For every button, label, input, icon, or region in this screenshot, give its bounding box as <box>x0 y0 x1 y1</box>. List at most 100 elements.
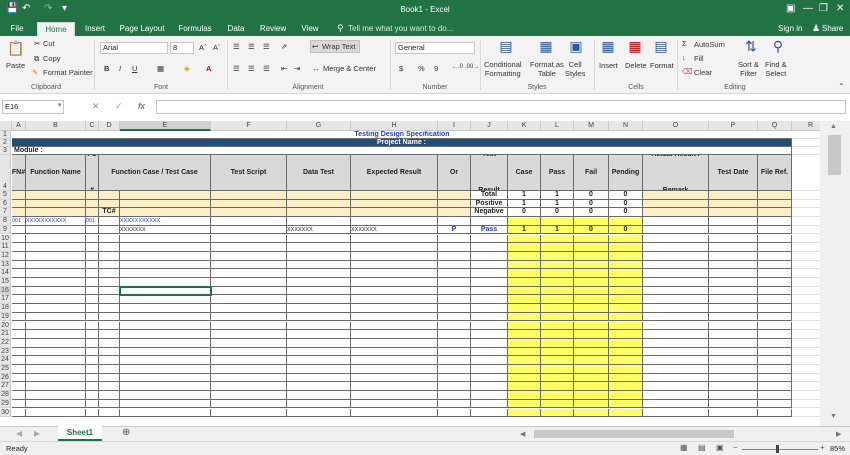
cell[interactable] <box>709 365 758 374</box>
cell[interactable] <box>792 261 820 270</box>
cell[interactable] <box>99 399 120 409</box>
summary-blank-cell[interactable] <box>438 191 471 200</box>
cell[interactable] <box>120 312 211 322</box>
scroll-up-icon[interactable]: ▲ <box>830 123 837 130</box>
row9-fail[interactable]: 0 <box>574 225 609 235</box>
horizontal-scroll-thumb[interactable] <box>534 430 734 438</box>
header-pass[interactable]: Pass <box>541 155 574 191</box>
cell[interactable] <box>99 382 120 392</box>
cell[interactable] <box>351 269 438 278</box>
cell[interactable] <box>438 278 471 287</box>
format-painter-button[interactable]: Format Painter <box>43 68 93 77</box>
cell[interactable] <box>287 399 351 409</box>
cell[interactable] <box>211 365 287 374</box>
summary-blank-cell[interactable] <box>211 208 287 218</box>
cell[interactable] <box>541 356 574 365</box>
name-box-dropdown-icon[interactable]: ▾ <box>58 101 62 109</box>
row-header-23[interactable]: 23 <box>0 347 11 357</box>
cell-styles-button[interactable]: Cell Styles <box>565 60 585 78</box>
cell[interactable] <box>86 338 99 348</box>
cell[interactable] <box>26 347 86 357</box>
cell[interactable] <box>438 243 471 252</box>
orientation-icon[interactable]: ⇗ <box>281 42 287 51</box>
cell[interactable] <box>86 356 99 365</box>
wrap-text-icon[interactable]: ↩ <box>312 42 318 51</box>
cell[interactable] <box>508 269 541 278</box>
cell[interactable] <box>438 269 471 278</box>
summary-case[interactable]: 1 <box>508 199 541 209</box>
summary-label[interactable]: Total <box>471 191 508 200</box>
cell[interactable] <box>351 312 438 322</box>
cell[interactable] <box>211 243 287 252</box>
cell[interactable] <box>211 321 287 331</box>
format-cells-icon[interactable]: ▤ <box>653 38 669 55</box>
cell[interactable] <box>26 251 86 261</box>
cell[interactable] <box>99 278 120 287</box>
cell[interactable] <box>709 408 758 418</box>
format-as-table-button[interactable]: Format as Table <box>530 60 564 78</box>
cell[interactable] <box>792 409 820 418</box>
cell[interactable] <box>792 400 820 409</box>
row9-pending[interactable]: 0 <box>609 225 643 235</box>
summary-blank-cell[interactable] <box>26 208 86 218</box>
cell[interactable] <box>758 251 792 261</box>
row-header-6[interactable]: 6 <box>0 199 11 209</box>
row-header-15[interactable]: 15 <box>0 278 11 287</box>
cell[interactable] <box>287 347 351 357</box>
align-left-icon[interactable]: ☰ <box>233 64 240 73</box>
summary-blank-cell[interactable] <box>643 191 709 200</box>
sort-filter-button[interactable]: Sort & Filter <box>738 60 759 78</box>
cell[interactable] <box>792 382 820 392</box>
summary-label[interactable]: Negative <box>471 208 508 218</box>
autosum-button[interactable]: AutoSum <box>694 40 725 49</box>
cell[interactable] <box>709 234 758 244</box>
cell[interactable] <box>86 260 99 270</box>
summary-fail[interactable]: 0 <box>574 199 609 209</box>
cell[interactable] <box>211 260 287 270</box>
cell[interactable] <box>120 373 211 383</box>
zoom-out-icon[interactable]: − <box>733 443 738 452</box>
cell[interactable] <box>287 382 351 392</box>
summary-blank-cell[interactable] <box>709 199 758 209</box>
zoom-in-icon[interactable]: + <box>820 443 825 452</box>
cell[interactable] <box>758 356 792 365</box>
cell[interactable] <box>792 322 820 331</box>
cell[interactable] <box>12 347 26 357</box>
cell[interactable] <box>643 408 709 418</box>
summary-blank-cell[interactable] <box>287 208 351 218</box>
cell[interactable] <box>12 269 26 278</box>
align-bottom-icon[interactable]: ☰ <box>263 42 270 51</box>
cell[interactable] <box>99 260 120 270</box>
cell[interactable] <box>438 286 471 296</box>
vertical-scrollbar[interactable]: ▲ ▼ <box>820 121 850 426</box>
cell[interactable] <box>574 321 609 331</box>
cell[interactable] <box>792 147 820 155</box>
cell[interactable] <box>99 243 120 252</box>
cell[interactable] <box>709 243 758 252</box>
cell[interactable] <box>12 321 26 331</box>
cell[interactable] <box>609 408 643 418</box>
cell[interactable] <box>351 338 438 348</box>
column-header-o[interactable]: O <box>643 121 709 131</box>
cell[interactable] <box>709 217 758 226</box>
cell[interactable] <box>574 391 609 400</box>
column-header-g[interactable]: G <box>287 121 351 131</box>
cell[interactable] <box>99 269 120 278</box>
shrink-font-icon[interactable]: Aˇ <box>213 43 221 52</box>
cell[interactable] <box>643 338 709 348</box>
restore-icon[interactable]: ❐ <box>819 3 828 14</box>
cell[interactable] <box>643 269 709 278</box>
cell[interactable] <box>99 251 120 261</box>
cell[interactable] <box>211 356 287 365</box>
cell[interactable] <box>471 365 508 374</box>
cell[interactable] <box>541 321 574 331</box>
summary-pass[interactable]: 0 <box>541 208 574 218</box>
cell[interactable] <box>471 373 508 383</box>
row9-function-case[interactable]: XXXXXXX <box>120 225 211 235</box>
cell[interactable] <box>471 217 508 226</box>
cell[interactable] <box>508 312 541 322</box>
cell[interactable] <box>12 286 26 296</box>
cut-button[interactable]: Cut <box>43 39 55 48</box>
cell[interactable] <box>574 330 609 339</box>
cell[interactable] <box>351 251 438 261</box>
